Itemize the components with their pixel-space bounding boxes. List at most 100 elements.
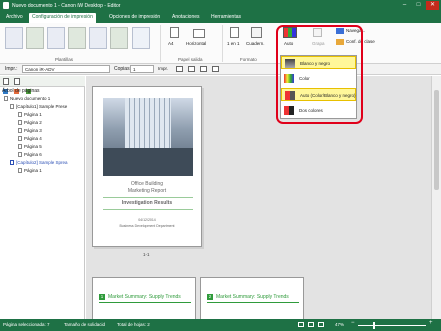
maximize-button[interactable]: □ (412, 1, 425, 10)
page-tree-panel: Árbol de páginas Nuevo documento 1 [Capí… (0, 76, 85, 319)
spread-page-right: 2 Market Summary: Supply Trends (200, 277, 304, 322)
ribbon-separator (222, 25, 223, 62)
page-label: 1-1 (143, 252, 150, 257)
tree-root[interactable]: Nuevo documento 1 (4, 96, 50, 101)
view-fit-icon[interactable] (318, 322, 324, 327)
tree-title: Árbol de páginas (2, 88, 40, 94)
template-thumb-7[interactable] (132, 27, 150, 49)
fit-page-icon[interactable] (212, 66, 219, 72)
zoom-in-icon[interactable]: + (429, 320, 435, 327)
cover-subtitle: Investigation Results (121, 200, 173, 206)
tree-page-2[interactable]: Página 2 (18, 120, 42, 125)
tab-herramientas[interactable]: Herramientas (208, 13, 244, 23)
status-binding: Tamaño de solidacid (64, 322, 106, 327)
binding-button[interactable]: Cuadern. (246, 41, 265, 46)
view-double-icon[interactable] (308, 322, 314, 327)
cover-divider (103, 197, 193, 198)
section-title: Market Summary: Supply Trends (216, 294, 289, 300)
tree-tab-icon[interactable] (3, 78, 9, 85)
cover-date: 04/12/2014 (138, 218, 156, 222)
tree-chapter-1-label: [Capítulo1] Sample Prese (16, 104, 68, 109)
zoom-slider-handle[interactable] (373, 322, 375, 329)
zoom-level: 47% (335, 322, 345, 327)
title-bar: Nuevo documento 1 - Canon iW Desktop - E… (0, 0, 441, 12)
cover-department: Business Development Department (119, 224, 175, 228)
tree-page-4[interactable]: Página 4 (18, 136, 42, 141)
cover-title-2: Marketing Report (127, 188, 167, 194)
group-plantillas: Plantillas (55, 57, 74, 62)
print-toolbar: Impr.: Canon iR-ADV Copias: 1 Impr. (0, 64, 441, 75)
copies-label: Copias: (114, 66, 131, 72)
page-view-icon[interactable] (176, 66, 183, 72)
section-title: Market Summary: Supply Trends (108, 294, 181, 300)
scroll-thumb[interactable] (434, 90, 439, 190)
nup-icon[interactable] (230, 27, 239, 38)
rotate-icon[interactable] (200, 66, 207, 72)
orientation-button[interactable]: Horizontal (186, 41, 206, 46)
vertical-scrollbar[interactable] (431, 76, 441, 319)
template-thumb-6[interactable] (110, 27, 128, 49)
template-thumb-3[interactable] (47, 27, 65, 49)
tree-page-label: Página 3 (24, 128, 42, 133)
orientation-icon[interactable] (193, 29, 205, 38)
spread-page-left: 1 Market Summary: Supply Trends (92, 277, 196, 322)
section-number: 2 (207, 294, 213, 300)
tree-page-label: Página 2 (24, 120, 42, 125)
tree-chapter-2-page-1[interactable]: Página 1 (18, 168, 42, 173)
tab-configuracion[interactable]: Configuración de impresión (29, 13, 96, 23)
tree-page-label: Página 1 (24, 168, 42, 173)
tree-page-6[interactable]: Página 6 (18, 152, 42, 157)
ribbon-tabs: Archivo Configuración de impresión Opcio… (0, 12, 441, 23)
group-formato: Formato (240, 57, 257, 62)
window-title: Nuevo documento 1 - Canon iW Desktop - E… (12, 3, 121, 9)
template-thumb-4[interactable] (68, 27, 86, 49)
tab-opciones[interactable]: Opciones de impresión (106, 13, 163, 23)
section-rule (99, 302, 191, 303)
printer-label: Impr.: (5, 66, 18, 72)
tree-chapter-1[interactable]: [Capítulo1] Sample Prese (10, 104, 67, 109)
status-selected: Página seleccionada: 7 (3, 322, 50, 327)
tree-page-label: Página 6 (24, 152, 42, 157)
tree-page-1[interactable]: Página 1 (18, 112, 42, 117)
tree-page-label: Página 4 (24, 136, 42, 141)
tab-archivo[interactable]: Archivo (3, 13, 26, 23)
tree-page-label: Página 1 (24, 112, 42, 117)
tree-chapter-2[interactable]: [Capítulo2] Sample Sprea (10, 160, 68, 165)
ribbon-separator (160, 25, 161, 62)
group-papel-salida: Papel salida (178, 57, 203, 62)
panel-tabs (0, 76, 85, 87)
printer-select[interactable]: Canon iR-ADV (22, 65, 110, 73)
copies-input[interactable]: 1 (130, 65, 154, 73)
template-thumb-1[interactable] (5, 27, 23, 49)
highlight-box (276, 25, 363, 124)
tree-page-5[interactable]: Página 5 (18, 144, 42, 149)
zoom-icon[interactable] (188, 66, 195, 72)
atrium-glass (125, 98, 171, 148)
atrium-floor (103, 148, 193, 176)
cover-title-1: Office Building (130, 181, 164, 187)
app-icon (3, 2, 9, 9)
template-thumb-5[interactable] (89, 27, 107, 49)
list-tab-icon[interactable] (14, 78, 20, 85)
zoom-slider-track[interactable] (358, 325, 426, 326)
tab-anotaciones[interactable]: Anotaciones (169, 13, 203, 23)
cover-page-preview[interactable]: Office Building Marketing Report Investi… (92, 86, 202, 247)
nup-button[interactable]: 1 en 1 (227, 41, 240, 46)
cover-divider (103, 209, 193, 210)
page-size-button[interactable]: A4 (168, 41, 174, 46)
spread-preview[interactable]: 1 Market Summary: Supply Trends 2 Market… (92, 277, 304, 322)
zoom-out-icon[interactable]: − (351, 320, 356, 327)
tree-page-label: Página 5 (24, 144, 42, 149)
minimize-button[interactable]: – (398, 1, 411, 10)
building-photo (103, 98, 193, 176)
tree-page-3[interactable]: Página 3 (18, 128, 42, 133)
page-size-icon[interactable] (170, 27, 179, 38)
tree-root-label: Nuevo documento 1 (10, 96, 51, 101)
ribbon: Plantillas A4 Horizontal Papel salida 1 … (0, 23, 441, 64)
template-thumb-2[interactable] (26, 27, 44, 49)
print-button[interactable]: Impr. (158, 66, 168, 71)
close-button[interactable]: ✕ (426, 1, 439, 10)
section-rule (207, 302, 299, 303)
binding-icon[interactable] (251, 27, 262, 38)
view-single-icon[interactable] (298, 322, 304, 327)
